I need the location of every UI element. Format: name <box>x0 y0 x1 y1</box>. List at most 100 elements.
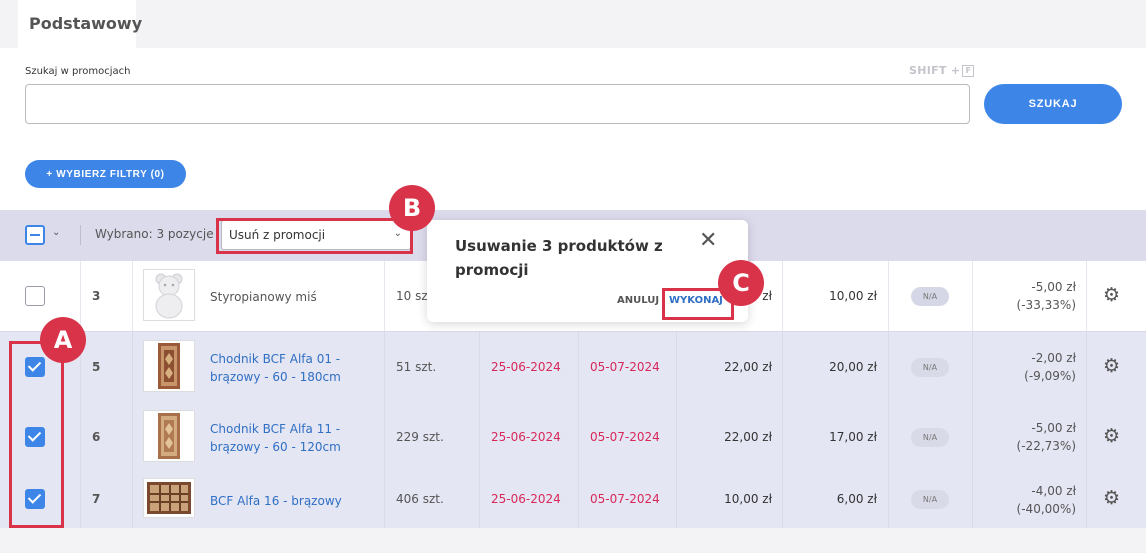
search-label: Szukaj w promocjach <box>25 66 131 77</box>
row-checkbox[interactable] <box>25 286 45 306</box>
column-divider <box>676 473 677 528</box>
status-badge: N/A <box>911 490 949 509</box>
product-name-link[interactable]: Chodnik BCF Alfa 11 - brązowy - 60 - 120… <box>210 420 370 456</box>
date-to: 05-07-2024 <box>590 492 660 506</box>
column-divider <box>479 332 480 402</box>
discount-percent: (-33,33%) <box>1016 298 1076 312</box>
chevron-down-icon[interactable]: ⌄ <box>52 227 60 238</box>
select-all-checkbox[interactable] <box>25 225 45 245</box>
column-divider <box>888 332 889 402</box>
column-divider <box>384 261 385 331</box>
selected-count: Wybrano: 3 pozycje <box>95 227 214 241</box>
column-divider <box>479 402 480 473</box>
column-divider <box>132 402 133 473</box>
row-id: 6 <box>92 430 101 444</box>
discount-percent: (-22,73%) <box>1016 439 1076 453</box>
column-divider <box>578 402 579 473</box>
column-divider <box>578 473 579 528</box>
column-divider <box>80 473 81 528</box>
product-price: 10,00 zł <box>724 492 772 506</box>
table-row: 5 Chodnik BCF Alfa 01 - brązowy - 60 - 1… <box>0 331 1146 402</box>
product-image <box>143 269 195 321</box>
column-divider <box>384 402 385 473</box>
column-divider <box>782 332 783 402</box>
product-name-link[interactable]: BCF Alfa 16 - brązowy <box>210 492 342 510</box>
product-price: 22,00 zł <box>724 430 772 444</box>
column-divider <box>782 473 783 528</box>
discount-percent: (-40,00%) <box>1016 502 1076 516</box>
product-name-link[interactable]: Chodnik BCF Alfa 01 - brązowy - 60 - 180… <box>210 350 370 386</box>
product-quantity: 406 szt. <box>396 492 444 506</box>
promo-price: 6,00 zł <box>836 492 877 506</box>
column-divider <box>888 402 889 473</box>
column-divider <box>1086 402 1087 473</box>
product-name: Styropianowy miś <box>210 290 317 304</box>
cancel-button[interactable]: ANULUJ <box>617 295 659 306</box>
discount: -5,00 zł (-22,73%) <box>980 419 1076 455</box>
gear-icon[interactable]: ⚙ <box>1103 356 1120 376</box>
shortcut-text: SHIFT + <box>909 64 961 77</box>
product-price: 22,00 zł <box>724 360 772 374</box>
promo-price: 17,00 zł <box>829 430 877 444</box>
search-panel: Szukaj w promocjach SHIFT + F SZUKAJ + WY… <box>0 48 1146 210</box>
shortcut-key: F <box>962 65 975 77</box>
column-divider <box>676 332 677 402</box>
column-divider <box>782 261 783 331</box>
search-input[interactable] <box>25 84 970 124</box>
highlight-a <box>9 341 64 528</box>
row-id: 7 <box>92 492 101 506</box>
column-divider <box>888 473 889 528</box>
tab-podstawowy[interactable]: Podstawowy <box>18 0 142 48</box>
status-badge: N/A <box>911 358 949 377</box>
table-row: 6 Chodnik BCF Alfa 11 - brązowy - 60 - 1… <box>0 402 1146 473</box>
product-image <box>143 410 195 462</box>
discount-amount: -2,00 zł <box>1031 351 1076 365</box>
column-divider <box>132 332 133 402</box>
choose-filters-button[interactable]: + WYBIERZ FILTRY (0) <box>25 160 186 188</box>
discount-amount: -5,00 zł <box>1031 280 1076 294</box>
column-divider <box>1086 332 1087 402</box>
gear-icon[interactable]: ⚙ <box>1103 285 1120 305</box>
row-id: 3 <box>92 289 101 303</box>
column-divider <box>80 261 81 331</box>
divider <box>80 225 81 245</box>
product-quantity: 229 szt. <box>396 430 444 444</box>
column-divider <box>972 332 973 402</box>
status-badge: N/A <box>911 428 949 447</box>
close-icon[interactable]: ✕ <box>699 230 717 252</box>
tab-bar: Podstawowy <box>0 0 1146 48</box>
row-id: 5 <box>92 360 101 374</box>
callout-badge-a: A <box>40 317 86 363</box>
date-to: 05-07-2024 <box>590 360 660 374</box>
column-divider <box>384 473 385 528</box>
status-badge: N/A <box>911 287 949 306</box>
column-divider <box>80 402 81 473</box>
date-from: 25-06-2024 <box>491 360 561 374</box>
search-button[interactable]: SZUKAJ <box>984 84 1122 124</box>
discount: -2,00 zł (-9,09%) <box>980 349 1076 385</box>
date-from: 25-06-2024 <box>491 430 561 444</box>
gear-icon[interactable]: ⚙ <box>1103 488 1120 508</box>
column-divider <box>384 332 385 402</box>
date-to: 05-07-2024 <box>590 430 660 444</box>
discount: -4,00 zł (-40,00%) <box>980 482 1076 518</box>
date-from: 25-06-2024 <box>491 492 561 506</box>
discount-percent: (-9,09%) <box>1024 369 1076 383</box>
highlight-b <box>216 218 413 254</box>
column-divider <box>782 402 783 473</box>
discount-amount: -5,00 zł <box>1031 421 1076 435</box>
popover-title: Usuwanie 3 produktów z promocji <box>455 237 663 279</box>
column-divider <box>888 261 889 331</box>
gear-icon[interactable]: ⚙ <box>1103 426 1120 446</box>
callout-badge-b: B <box>389 185 435 231</box>
column-divider <box>972 261 973 331</box>
rug-image <box>144 341 194 391</box>
promo-price: 20,00 zł <box>829 360 877 374</box>
column-divider <box>1086 261 1087 331</box>
column-divider <box>972 402 973 473</box>
product-image <box>143 340 195 392</box>
column-divider <box>972 473 973 528</box>
column-divider <box>676 402 677 473</box>
teddy-bear-image <box>144 270 194 320</box>
discount: -5,00 zł (-33,33%) <box>980 278 1076 314</box>
